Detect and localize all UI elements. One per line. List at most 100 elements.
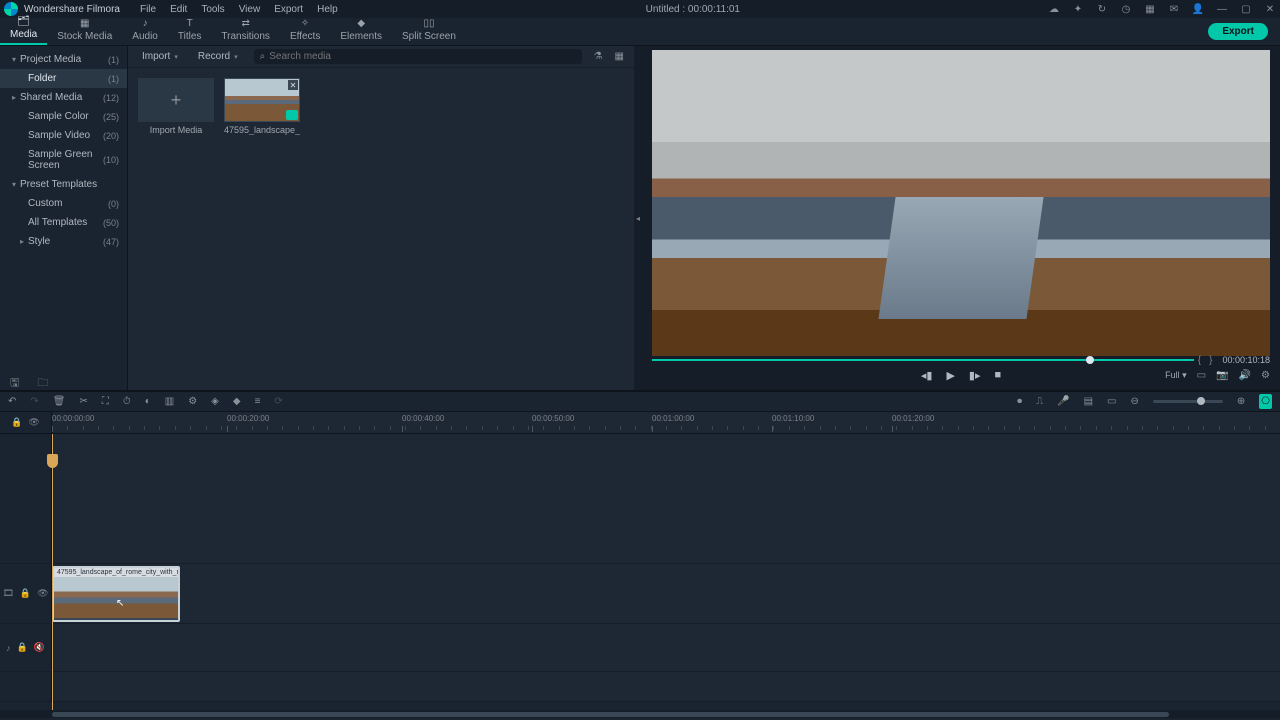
sparkle-icon[interactable]: ✦	[1072, 3, 1084, 15]
snapshot-icon[interactable]: 📷	[1216, 370, 1228, 381]
audio-icon[interactable]: ♪	[6, 643, 11, 653]
sidebar-item-preset-templates[interactable]: ▾Preset Templates	[0, 175, 127, 194]
zoom-out-icon[interactable]: ⊖	[1130, 396, 1138, 407]
mail-icon[interactable]: ✉	[1168, 3, 1180, 15]
tab-elements[interactable]: ◆Elements	[330, 17, 392, 45]
lock-icon[interactable]: 🔒	[20, 588, 31, 599]
settings-icon[interactable]: ⚙	[1261, 370, 1270, 381]
minimize-button[interactable]: —	[1216, 3, 1228, 15]
sidebar-item-sample-green-screen[interactable]: Sample Green Screen(10)	[0, 145, 127, 175]
mute-icon[interactable]: 🔇	[34, 642, 45, 653]
preview-frame	[652, 50, 1270, 356]
menu-view[interactable]: View	[239, 4, 261, 15]
record-button[interactable]: Record▾	[190, 49, 246, 64]
zoom-slider[interactable]	[1153, 400, 1223, 403]
lock-icon[interactable]: 🔒	[17, 642, 28, 653]
search-box[interactable]: ⌕	[254, 49, 582, 64]
sidebar-item-project-media[interactable]: ▾Project Media(1)	[0, 50, 127, 69]
undo-icon[interactable]: ↶	[8, 396, 16, 407]
import-button[interactable]: Import▾	[134, 49, 186, 64]
tab-titles[interactable]: TTitles	[168, 17, 212, 45]
account-icon[interactable]: 👤	[1192, 3, 1204, 15]
video-track-1[interactable]: 🎞 🔒 👁 47595_landscape_of_rome_city_with_…	[0, 564, 1280, 624]
menu-edit[interactable]: Edit	[170, 4, 187, 15]
cloud-icon[interactable]: ☁	[1048, 3, 1060, 15]
import-media-label: Import Media	[138, 125, 214, 135]
sidebar-item-sample-color[interactable]: Sample Color(25)	[0, 107, 127, 126]
video-icon[interactable]: 🎞	[2, 588, 13, 599]
export-button[interactable]: Export	[1208, 23, 1268, 40]
eye-icon[interactable]: 👁	[37, 588, 48, 599]
menu-help[interactable]: Help	[317, 4, 338, 15]
more-icon[interactable]: ≡	[255, 396, 261, 407]
sync-icon[interactable]: ↻	[1096, 3, 1108, 15]
tab-split-screen[interactable]: ▯▯Split Screen	[392, 17, 466, 45]
grid-icon[interactable]: ▦	[1144, 3, 1156, 15]
delete-icon[interactable]: ✕	[288, 80, 298, 90]
display-icon[interactable]: ▭	[1197, 370, 1206, 381]
collapse-handle[interactable]: ◂	[634, 46, 642, 390]
prev-frame-button[interactable]: ◂▮	[921, 369, 933, 382]
color-icon[interactable]: ◐	[145, 396, 151, 407]
scrollbar-thumb[interactable]	[52, 712, 1169, 717]
adjust-icon[interactable]: ⚙	[188, 396, 197, 407]
search-icon: ⌕	[260, 51, 266, 62]
volume-icon[interactable]: 🔊	[1239, 370, 1251, 381]
search-input[interactable]	[269, 51, 575, 62]
marker-icon[interactable]: ◆	[233, 396, 241, 407]
maximize-button[interactable]: ▢	[1240, 3, 1252, 15]
eye-all-icon[interactable]: 👁	[28, 417, 39, 428]
voiceover-icon[interactable]: 🎤	[1057, 396, 1069, 407]
sidebar-item-custom[interactable]: Custom(0)	[0, 194, 127, 213]
preview-scrubber[interactable]: { } 00:00:10:18	[652, 356, 1270, 364]
crop-icon[interactable]: ⛶	[102, 396, 109, 407]
delete-icon[interactable]: 🗑	[53, 396, 66, 407]
timer-icon[interactable]: ◷	[1120, 3, 1132, 15]
mixer-icon[interactable]: ⎍	[1036, 396, 1043, 407]
render-icon[interactable]: ⟳	[274, 396, 282, 407]
menu-export[interactable]: Export	[274, 4, 303, 15]
sidebar-item-all-templates[interactable]: All Templates(50)	[0, 213, 127, 232]
timeline-settings-icon[interactable]: ⎔	[1259, 394, 1272, 409]
speed-icon[interactable]: ⏱	[123, 396, 131, 407]
cut-icon[interactable]: ✂	[79, 396, 87, 407]
track-manager-icon[interactable]: ▤	[1084, 396, 1093, 407]
scrub-head[interactable]	[1086, 356, 1094, 364]
grid-view-icon[interactable]: ▦	[615, 51, 624, 62]
audio-track-1[interactable]: ♪ 🔒 🔇	[0, 624, 1280, 672]
tab-effects[interactable]: ✧Effects	[280, 17, 330, 45]
timeline-clip-47595[interactable]: 47595_landscape_of_rome_city_with_river_…	[52, 566, 180, 622]
zoom-in-icon[interactable]: ⊕	[1237, 396, 1245, 407]
import-media-tile[interactable]: + Import Media	[138, 78, 214, 135]
close-button[interactable]: ✕	[1264, 3, 1276, 15]
record-track-icon[interactable]: ⏺	[1017, 396, 1022, 407]
filter-icon[interactable]: ⚗	[594, 51, 603, 62]
tab-transitions[interactable]: ⇄Transitions	[211, 17, 280, 45]
stop-button[interactable]: ■	[994, 369, 1001, 381]
tab-media[interactable]: 🗂Media	[0, 15, 47, 45]
timeline-tracks: 🎞 🔒 👁 47595_landscape_of_rome_city_with_…	[0, 434, 1280, 710]
play-button[interactable]: ▶	[946, 369, 954, 382]
keyframe-icon[interactable]: ◈	[211, 396, 219, 407]
sidebar-item-style[interactable]: ▸Style(47)	[0, 232, 127, 251]
lock-all-icon[interactable]: 🔒	[11, 417, 22, 428]
redo-icon[interactable]: ↷	[30, 396, 38, 407]
save-icon[interactable]: 🖫	[10, 374, 19, 393]
tab-audio[interactable]: ♪Audio	[122, 17, 168, 45]
timeline-ruler[interactable]: 🔒 👁 00:00:00:0000:00:20:0000:00:40:0000:…	[0, 412, 1280, 434]
clip-label: 47595_landscape_of_...	[224, 125, 300, 135]
sidebar-item-folder[interactable]: Folder(1)	[0, 69, 127, 88]
preview-viewport[interactable]	[652, 50, 1270, 356]
sidebar-item-sample-video[interactable]: Sample Video(20)	[0, 126, 127, 145]
tab-stock-media[interactable]: ▦Stock Media	[47, 17, 122, 45]
folder-icon[interactable]: 🗀	[37, 374, 48, 393]
next-frame-button[interactable]: ▮▸	[969, 369, 981, 382]
menu-file[interactable]: File	[140, 4, 156, 15]
media-clip-47595[interactable]: ✕ 47595_landscape_of_...	[224, 78, 300, 135]
timeline-scrollbar[interactable]	[0, 710, 1280, 718]
green-screen-icon[interactable]: ▥	[165, 396, 174, 407]
sidebar-item-shared-media[interactable]: ▸Shared Media(12)	[0, 88, 127, 107]
full-width-icon[interactable]: ▭	[1107, 396, 1116, 407]
menu-tools[interactable]: Tools	[201, 4, 224, 15]
full-dropdown[interactable]: Full ▾	[1165, 370, 1187, 381]
